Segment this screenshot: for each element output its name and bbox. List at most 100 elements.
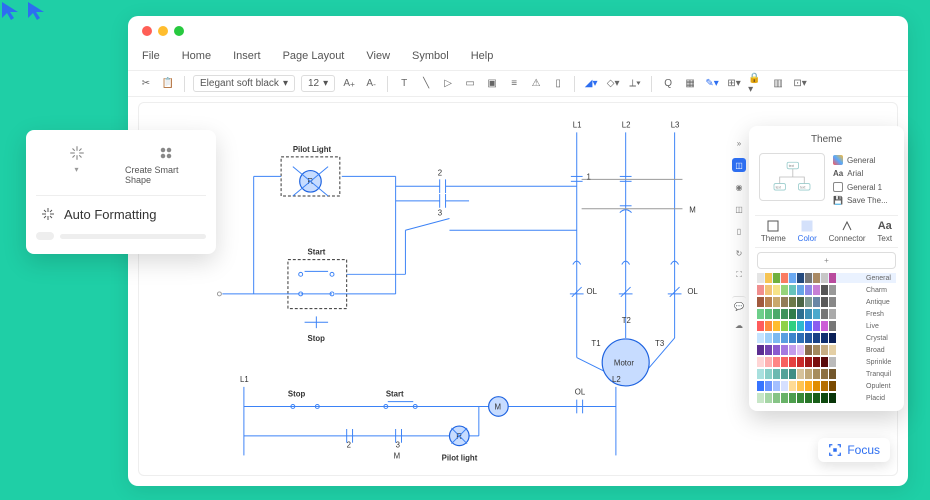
label-stop: Stop (308, 334, 326, 343)
format-popup: ▾ Create Smart Shape Auto Formatting (26, 130, 216, 254)
format-slider[interactable] (36, 228, 206, 244)
label-l3: L3 (671, 120, 680, 129)
warn-icon[interactable]: ⚠ (528, 76, 544, 92)
font-size[interactable]: 12▾ (301, 75, 335, 92)
layers-icon[interactable]: ▥ (770, 76, 786, 92)
theme-row[interactable]: Sprinkle (757, 357, 896, 367)
label-t2: T2 (622, 316, 631, 325)
theme-row[interactable]: Opulent (757, 381, 896, 391)
fill-icon[interactable]: ◢▾ (583, 76, 599, 92)
svg-text:text: text (776, 185, 781, 189)
maximize-icon[interactable] (174, 26, 184, 36)
label-ll2: L2 (612, 375, 621, 384)
font-increase-icon[interactable]: A+ (341, 76, 357, 92)
label-ll1: L1 (240, 375, 249, 384)
text-icon[interactable]: T (396, 76, 412, 92)
theme-row[interactable]: General (757, 273, 896, 283)
label-l1: L1 (573, 120, 582, 129)
group-icon[interactable]: ⊞▾ (726, 76, 742, 92)
theme-thumb[interactable]: text text text (759, 153, 825, 201)
theme-opt-general1[interactable]: General 1 (833, 182, 888, 192)
side-collapse-icon[interactable]: » (732, 136, 746, 150)
menu-help[interactable]: Help (471, 50, 494, 62)
side-storage-icon[interactable]: ◫ (732, 202, 746, 216)
theme-opt-general[interactable]: General (833, 155, 888, 165)
theme-row[interactable]: Crystal (757, 333, 896, 343)
theme-row[interactable]: Placid (757, 393, 896, 403)
image-icon[interactable]: ▣ (484, 76, 500, 92)
tab-theme[interactable]: Theme (761, 220, 786, 243)
label-lm: M (495, 402, 502, 411)
add-theme-button[interactable]: + (757, 252, 896, 269)
theme-row[interactable]: Fresh (757, 309, 896, 319)
theme-title: Theme (755, 132, 898, 149)
label-m: M (689, 206, 696, 215)
minimize-icon[interactable] (158, 26, 168, 36)
label-l2: L2 (622, 120, 631, 129)
theme-row[interactable]: Antique (757, 297, 896, 307)
crop-icon[interactable]: ⟂▾ (627, 76, 643, 92)
side-history-icon[interactable]: ↻ (732, 246, 746, 260)
cursor-icon (26, 0, 48, 22)
window-controls (128, 16, 908, 46)
pointer-icon[interactable]: ▷ (440, 76, 456, 92)
more-icon[interactable]: ⊡▾ (792, 76, 808, 92)
side-theme-icon[interactable]: ◫ (732, 158, 746, 172)
label-1: 1 (587, 172, 591, 181)
tab-connector[interactable]: Connector (829, 220, 866, 243)
tab-text[interactable]: AaText (877, 220, 892, 243)
font-decrease-icon[interactable]: A- (363, 76, 379, 92)
side-icons: » ◫ ◉ ◫ ▯ ↻ ⛶ 💬 ☁ (729, 126, 749, 332)
side-help-icon[interactable]: ☁ (732, 318, 746, 332)
focus-button[interactable]: Focus (818, 438, 890, 462)
menu-symbol[interactable]: Symbol (412, 50, 449, 62)
label-lstop: Stop (288, 390, 306, 399)
side-expand-icon[interactable]: ⛶ (732, 268, 746, 282)
chart-icon[interactable]: ▯ (550, 76, 566, 92)
menu-page-layout[interactable]: Page Layout (283, 50, 345, 62)
theme-opt-arial[interactable]: AaArial (833, 169, 888, 178)
svg-text:text: text (789, 164, 794, 168)
menu-file[interactable]: File (142, 50, 160, 62)
theme-panel: » ◫ ◉ ◫ ▯ ↻ ⛶ 💬 ☁ Theme texttexttext Gen… (749, 126, 904, 411)
sparkle-button[interactable]: ▾ (36, 144, 117, 185)
auto-format-button[interactable]: Auto Formatting (36, 196, 206, 228)
cut-icon[interactable]: ✂ (138, 76, 154, 92)
label-pilot: Pilot Light (293, 145, 332, 154)
svg-text:text: text (800, 185, 805, 189)
theme-opt-save[interactable]: 💾Save The... (833, 196, 888, 205)
theme-row[interactable]: Charm (757, 285, 896, 295)
align-icon[interactable]: ≡ (506, 76, 522, 92)
shape-icon[interactable]: ▭ (462, 76, 478, 92)
label-2: 2 (438, 168, 442, 177)
font-select[interactable]: Elegant soft black▾ (193, 75, 295, 92)
theme-row[interactable]: Live (757, 321, 896, 331)
tab-color[interactable]: Color (798, 220, 817, 243)
label-t1: T1 (591, 339, 600, 348)
pen-icon[interactable]: ✎▾ (704, 76, 720, 92)
label-ol1: OL (587, 287, 598, 296)
table-icon[interactable]: ▦ (682, 76, 698, 92)
line-icon[interactable]: ╲ (418, 76, 434, 92)
theme-row[interactable]: Broad (757, 345, 896, 355)
theme-rows: General Charm Antique Fresh Live Crystal Broad… (757, 273, 896, 403)
side-layer-icon[interactable]: ◉ (732, 180, 746, 194)
label-start: Start (308, 248, 326, 257)
cursor-icon (0, 0, 22, 22)
menu-insert[interactable]: Insert (233, 50, 261, 62)
paste-icon[interactable]: 📋 (160, 76, 176, 92)
theme-row[interactable]: Tranquil (757, 369, 896, 379)
label-lm2: M (394, 451, 401, 460)
label-3: 3 (438, 209, 443, 218)
smart-shape-button[interactable]: Create Smart Shape (125, 144, 206, 185)
menu-home[interactable]: Home (182, 50, 211, 62)
lock-icon[interactable]: 🔒▾ (748, 76, 764, 92)
side-chat-icon[interactable]: 💬 (732, 296, 746, 310)
close-icon[interactable] (142, 26, 152, 36)
border-icon[interactable]: ◇▾ (605, 76, 621, 92)
side-page-icon[interactable]: ▯ (732, 224, 746, 238)
menu-view[interactable]: View (366, 50, 390, 62)
label-lpilot: Pilot light (442, 453, 478, 462)
label-motor: Motor (614, 358, 634, 367)
search-icon[interactable]: Q (660, 76, 676, 92)
